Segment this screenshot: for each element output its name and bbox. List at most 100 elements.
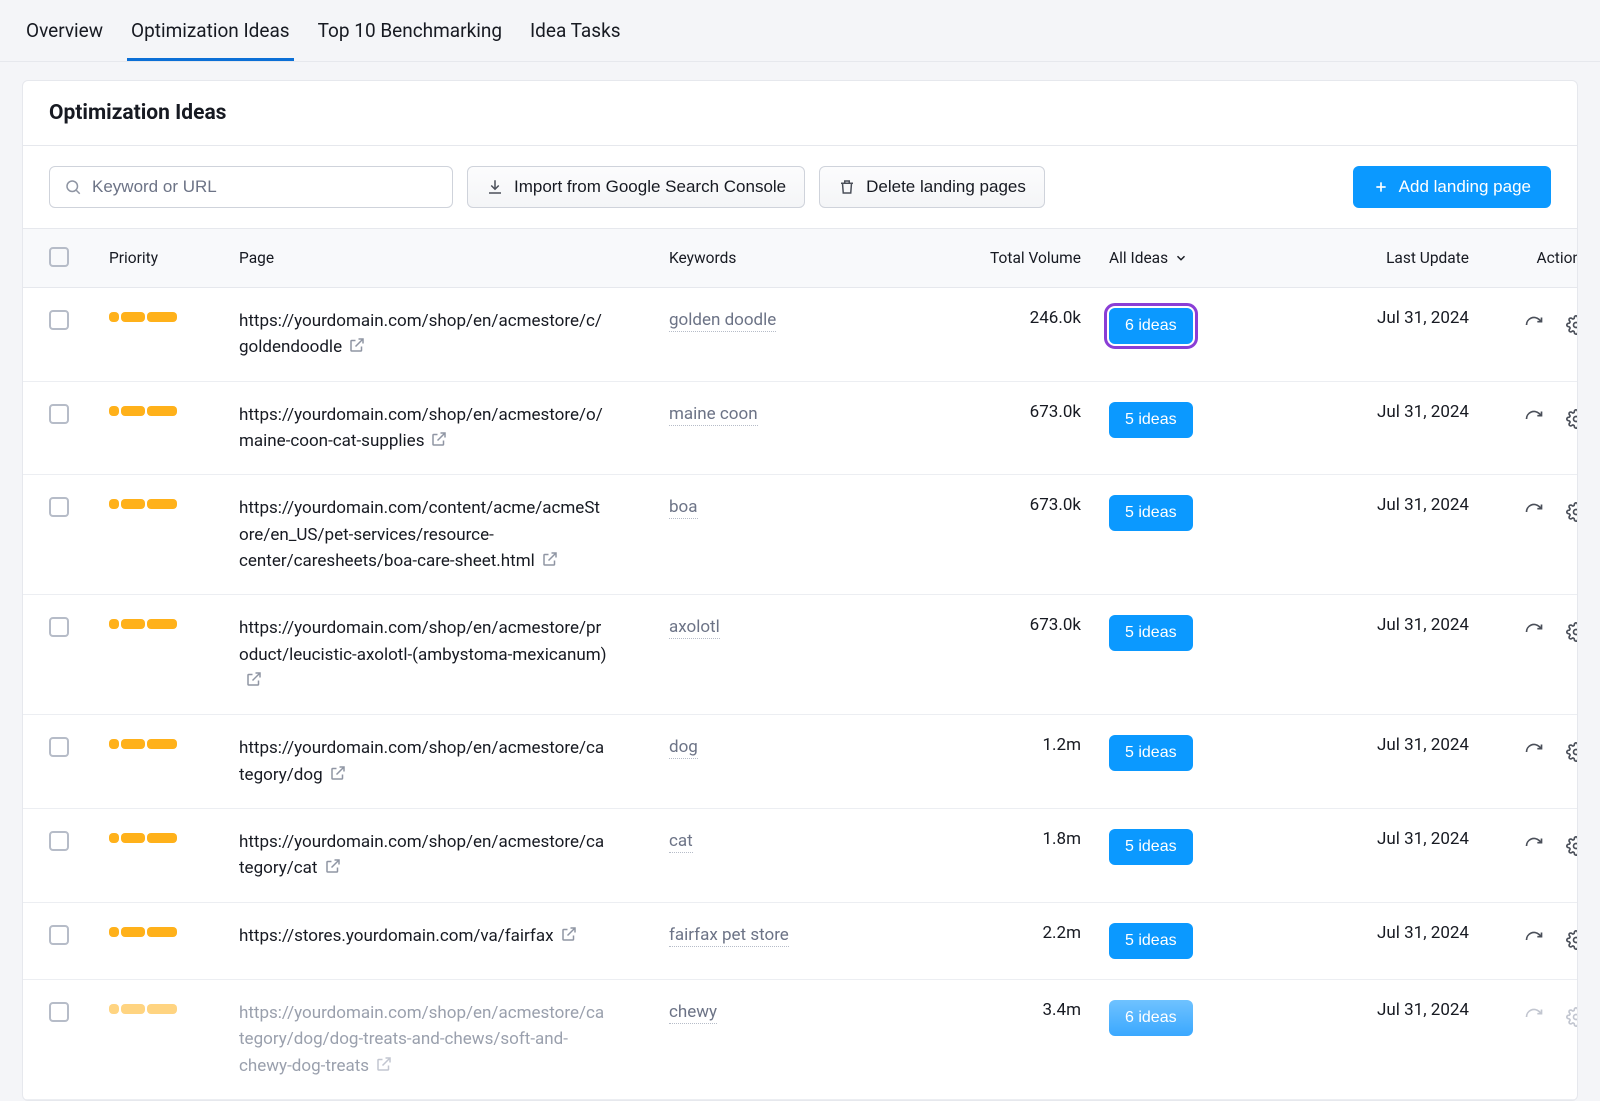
keyword-link[interactable]: cat xyxy=(669,831,693,853)
refresh-icon[interactable] xyxy=(1521,499,1547,525)
priority-bar xyxy=(109,829,239,843)
table-row: https://yourdomain.com/shop/en/acmestore… xyxy=(23,715,1577,809)
keyword-link[interactable]: chewy xyxy=(669,1002,717,1024)
plus-icon xyxy=(1373,179,1389,195)
total-volume: 673.0k xyxy=(929,615,1109,635)
keyword-link[interactable]: axolotl xyxy=(669,617,720,639)
table-row: https://yourdomain.com/shop/en/acmestore… xyxy=(23,595,1577,715)
ideas-button[interactable]: 5 ideas xyxy=(1109,615,1193,651)
ideas-button[interactable]: 6 ideas xyxy=(1109,308,1193,344)
external-link-icon[interactable] xyxy=(541,550,559,568)
table-header: Priority Page Keywords Total Volume All … xyxy=(23,229,1577,288)
col-page: Page xyxy=(239,249,669,267)
add-button-label: Add landing page xyxy=(1399,177,1531,197)
search-input-wrap[interactable] xyxy=(49,166,453,208)
gear-icon[interactable] xyxy=(1563,833,1578,859)
page-url: https://yourdomain.com/shop/en/acmestore… xyxy=(239,615,607,694)
ideas-button[interactable]: 5 ideas xyxy=(1109,735,1193,771)
total-volume: 1.2m xyxy=(929,735,1109,755)
last-update: Jul 31, 2024 xyxy=(1229,402,1469,422)
row-checkbox[interactable] xyxy=(49,737,69,757)
priority-bar xyxy=(109,923,239,937)
ideas-button[interactable]: 5 ideas xyxy=(1109,829,1193,865)
keyword-link[interactable]: dog xyxy=(669,737,698,759)
last-update: Jul 31, 2024 xyxy=(1229,495,1469,515)
tab-top10-benchmarking[interactable]: Top 10 Benchmarking xyxy=(314,1,506,60)
external-link-icon[interactable] xyxy=(430,430,448,448)
search-input[interactable] xyxy=(92,177,438,197)
row-checkbox[interactable] xyxy=(49,925,69,945)
total-volume: 673.0k xyxy=(929,495,1109,515)
external-link-icon[interactable] xyxy=(375,1055,393,1073)
total-volume: 3.4m xyxy=(929,1000,1109,1020)
select-all-checkbox[interactable] xyxy=(49,247,69,267)
table-row: https://stores.yourdomain.com/va/fairfax… xyxy=(23,903,1577,980)
row-checkbox[interactable] xyxy=(49,1002,69,1022)
table-row: https://yourdomain.com/content/acme/acme… xyxy=(23,475,1577,595)
table-row: https://yourdomain.com/shop/en/acmestore… xyxy=(23,382,1577,476)
add-landing-page-button[interactable]: Add landing page xyxy=(1353,166,1551,208)
last-update: Jul 31, 2024 xyxy=(1229,308,1469,328)
table-row: https://yourdomain.com/shop/en/acmestore… xyxy=(23,288,1577,382)
tab-idea-tasks[interactable]: Idea Tasks xyxy=(526,1,625,60)
import-button[interactable]: Import from Google Search Console xyxy=(467,166,805,208)
col-actions: Actions xyxy=(1469,249,1578,267)
external-link-icon[interactable] xyxy=(348,336,366,354)
refresh-icon[interactable] xyxy=(1521,833,1547,859)
gear-icon[interactable] xyxy=(1563,927,1578,953)
page-url: https://yourdomain.com/shop/en/acmestore… xyxy=(239,829,607,882)
page-url: https://yourdomain.com/content/acme/acme… xyxy=(239,495,607,574)
page-url: https://yourdomain.com/shop/en/acmestore… xyxy=(239,308,607,361)
external-link-icon[interactable] xyxy=(324,857,342,875)
delete-button-label: Delete landing pages xyxy=(866,177,1026,197)
delete-button[interactable]: Delete landing pages xyxy=(819,166,1045,208)
tab-optimization-ideas[interactable]: Optimization Ideas xyxy=(127,1,294,60)
total-volume: 2.2m xyxy=(929,923,1109,943)
gear-icon[interactable] xyxy=(1563,619,1578,645)
gear-icon[interactable] xyxy=(1563,499,1578,525)
gear-icon[interactable] xyxy=(1563,312,1578,338)
last-update: Jul 31, 2024 xyxy=(1229,923,1469,943)
row-checkbox[interactable] xyxy=(49,617,69,637)
keyword-link[interactable]: maine coon xyxy=(669,404,758,426)
col-update: Last Update xyxy=(1229,249,1469,267)
last-update: Jul 31, 2024 xyxy=(1229,829,1469,849)
row-checkbox[interactable] xyxy=(49,310,69,330)
priority-bar xyxy=(109,735,239,749)
gear-icon[interactable] xyxy=(1563,739,1578,765)
refresh-icon[interactable] xyxy=(1521,619,1547,645)
priority-bar xyxy=(109,308,239,322)
refresh-icon[interactable] xyxy=(1521,739,1547,765)
ideas-button[interactable]: 5 ideas xyxy=(1109,923,1193,959)
refresh-icon[interactable] xyxy=(1521,406,1547,432)
external-link-icon[interactable] xyxy=(329,764,347,782)
card-toolbar: Import from Google Search Console Delete… xyxy=(23,146,1577,229)
tab-overview[interactable]: Overview xyxy=(22,1,107,60)
col-keywords: Keywords xyxy=(669,249,929,267)
col-ideas[interactable]: All Ideas xyxy=(1109,249,1229,267)
refresh-icon[interactable] xyxy=(1521,927,1547,953)
gear-icon[interactable] xyxy=(1563,406,1578,432)
page-url: https://stores.yourdomain.com/va/fairfax xyxy=(239,923,607,949)
refresh-icon[interactable] xyxy=(1521,312,1547,338)
import-icon xyxy=(486,178,504,196)
keyword-link[interactable]: boa xyxy=(669,497,698,519)
external-link-icon[interactable] xyxy=(560,925,578,943)
refresh-icon[interactable] xyxy=(1521,1004,1547,1030)
row-checkbox[interactable] xyxy=(49,497,69,517)
ideas-button[interactable]: 5 ideas xyxy=(1109,402,1193,438)
keyword-link[interactable]: golden doodle xyxy=(669,310,776,332)
card-title: Optimization Ideas xyxy=(23,81,1577,146)
last-update: Jul 31, 2024 xyxy=(1229,735,1469,755)
col-ideas-label: All Ideas xyxy=(1109,249,1168,267)
external-link-icon[interactable] xyxy=(245,670,263,688)
row-checkbox[interactable] xyxy=(49,831,69,851)
col-priority: Priority xyxy=(109,249,239,267)
row-checkbox[interactable] xyxy=(49,404,69,424)
gear-icon[interactable] xyxy=(1563,1004,1578,1030)
search-icon xyxy=(64,178,82,196)
ideas-button[interactable]: 5 ideas xyxy=(1109,495,1193,531)
import-button-label: Import from Google Search Console xyxy=(514,177,786,197)
ideas-button[interactable]: 6 ideas xyxy=(1109,1000,1193,1036)
keyword-link[interactable]: fairfax pet store xyxy=(669,925,789,947)
